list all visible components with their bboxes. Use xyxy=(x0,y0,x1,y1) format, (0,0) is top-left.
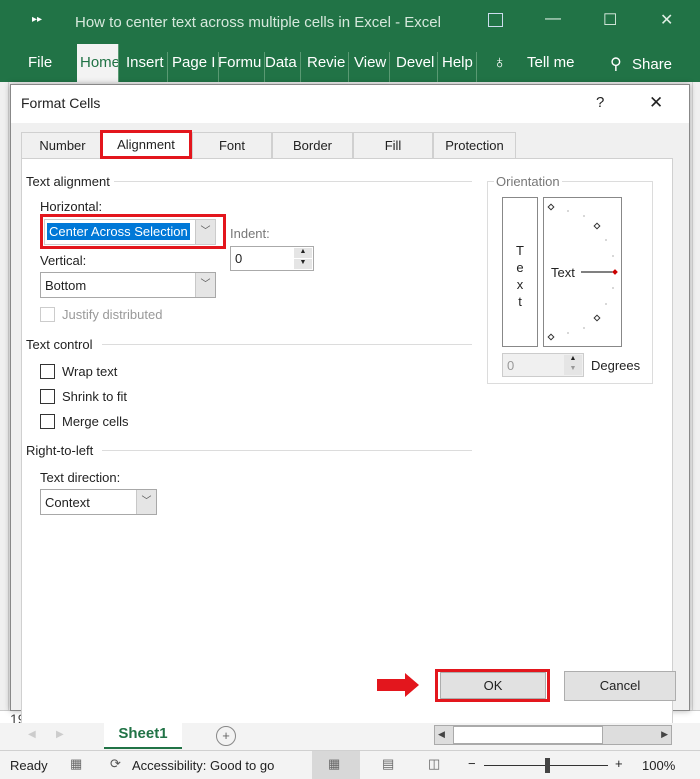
ribbon-tab-developer[interactable]: Devel xyxy=(393,52,439,82)
merge-cells-checkbox[interactable] xyxy=(40,414,55,429)
dialog-title-bar: Format Cells ? ✕ xyxy=(11,85,689,123)
cancel-button[interactable]: Cancel xyxy=(564,671,676,701)
vertical-label: Vertical: xyxy=(40,253,87,268)
minimize-button[interactable]: — xyxy=(545,10,561,28)
status-ready: Ready xyxy=(10,758,48,773)
scroll-left-icon[interactable]: ◀ xyxy=(28,729,36,740)
indent-value: 0 xyxy=(235,251,243,266)
tab-border[interactable]: Border xyxy=(272,132,353,159)
sheet-tab-sheet1[interactable]: Sheet1 xyxy=(104,723,182,749)
horizontal-value: Center Across Selection xyxy=(47,223,190,240)
zoom-level[interactable]: 100% xyxy=(642,758,675,773)
justify-distributed-checkbox xyxy=(40,307,55,322)
close-button[interactable]: ✕ xyxy=(660,10,673,30)
help-button[interactable]: ? xyxy=(596,94,604,111)
ribbon-tab-insert[interactable]: Insert xyxy=(123,52,168,82)
text-direction-value: Context xyxy=(45,495,90,510)
text-control-group-label: Text control xyxy=(26,337,97,352)
tab-font[interactable]: Font xyxy=(192,132,272,159)
scrollbar-thumb[interactable] xyxy=(453,726,603,744)
text-direction-label: Text direction: xyxy=(40,470,121,485)
dial-text-label: Text xyxy=(551,265,575,280)
text-direction-select[interactable]: Context ﹀ xyxy=(40,489,157,515)
justify-distributed-label: Justify distributed xyxy=(62,307,163,322)
person-icon: ⚲ xyxy=(610,56,622,73)
lightbulb-icon: ♁ xyxy=(493,52,507,72)
alignment-panel: Text alignment Horizontal: Center Across… xyxy=(21,158,673,728)
share-button[interactable]: Share xyxy=(632,56,672,73)
spin-up-icon[interactable]: ▲ xyxy=(564,355,582,365)
format-cells-dialog: Format Cells ? ✕ Number Alignment Font B… xyxy=(10,84,690,728)
macro-recording-icon[interactable]: ▦ xyxy=(70,756,82,772)
zoom-in-button[interactable]: + xyxy=(615,756,623,771)
wrap-text-label[interactable]: Wrap text xyxy=(62,364,117,379)
normal-view-button[interactable]: ▦ xyxy=(312,751,360,779)
scroll-left-icon[interactable]: ◀ xyxy=(438,729,445,740)
tab-fill[interactable]: Fill xyxy=(353,132,433,159)
horizontal-select[interactable]: Center Across Selection ﹀ xyxy=(44,219,216,245)
degrees-spinner[interactable]: 0 ▲ ▼ xyxy=(502,353,584,377)
vertical-text-char: T xyxy=(516,243,524,258)
vertical-text-char: x xyxy=(516,277,524,292)
spin-up-icon[interactable]: ▲ xyxy=(294,248,312,258)
merge-cells-label[interactable]: Merge cells xyxy=(62,414,128,429)
indent-spinner[interactable]: 0 ▲ ▼ xyxy=(230,246,314,271)
scroll-right-icon[interactable]: ▶ xyxy=(56,729,64,740)
ribbon-tab-formulas[interactable]: Formu xyxy=(215,52,266,82)
dialog-close-button[interactable]: ✕ xyxy=(649,93,663,113)
ribbon-tab-data[interactable]: Data xyxy=(262,52,301,82)
ribbon-tab-review[interactable]: Revie xyxy=(304,52,350,82)
ok-button[interactable]: OK xyxy=(440,672,546,699)
ribbon-tab-file[interactable]: File xyxy=(25,52,55,82)
ribbon-tab-view[interactable]: View xyxy=(351,52,391,82)
vertical-text-char: e xyxy=(516,260,524,275)
tab-protection[interactable]: Protection xyxy=(433,132,516,159)
add-sheet-icon[interactable]: + xyxy=(216,726,236,746)
accessibility-icon: ⟳ xyxy=(110,756,121,771)
orientation-group-label: Orientation xyxy=(494,174,562,189)
tell-me-search[interactable]: Tell me xyxy=(527,54,575,71)
vertical-text-box[interactable]: T e x t xyxy=(502,197,538,347)
spin-down-icon[interactable]: ▼ xyxy=(294,259,312,269)
horizontal-scrollbar[interactable]: ◀ ▶ xyxy=(434,725,672,745)
status-bar: Ready ▦ ⟳ Accessibility: Good to go ▦ ▤ … xyxy=(0,750,700,779)
wrap-text-checkbox[interactable] xyxy=(40,364,55,379)
ribbon-tab-page-layout[interactable]: Page I xyxy=(169,52,220,82)
zoom-slider-thumb[interactable] xyxy=(545,758,550,773)
indent-label: Indent: xyxy=(230,226,270,241)
vertical-select[interactable]: Bottom ﹀ xyxy=(40,272,216,298)
scroll-right-icon[interactable]: ▶ xyxy=(661,729,668,740)
ribbon-tab-help[interactable]: Help xyxy=(439,52,477,82)
page-layout-view-icon[interactable]: ▤ xyxy=(382,756,394,772)
ribbon-tab-home[interactable]: Home xyxy=(77,44,119,82)
sheet-tab-bar: ◀ ▶ Sheet1 + ◀ ▶ xyxy=(0,723,700,750)
shrink-to-fit-label[interactable]: Shrink to fit xyxy=(62,389,127,404)
excel-title-bar: ▸▸ How to center text across multiple ce… xyxy=(0,0,700,82)
chevron-down-icon[interactable]: ﹀ xyxy=(195,273,215,297)
chevron-down-icon[interactable]: ﹀ xyxy=(136,490,156,514)
shrink-to-fit-checkbox[interactable] xyxy=(40,389,55,404)
page-break-view-icon[interactable]: ◫ xyxy=(428,756,440,772)
orientation-dial[interactable]: Text xyxy=(543,197,622,347)
horizontal-label: Horizontal: xyxy=(40,199,103,214)
chevron-down-icon[interactable]: ﹀ xyxy=(195,220,215,244)
tab-number[interactable]: Number xyxy=(21,132,103,159)
vertical-text-char: t xyxy=(518,294,522,309)
dialog-title: Format Cells xyxy=(21,95,101,111)
red-arrow-annotation xyxy=(377,673,419,697)
text-alignment-group-label: Text alignment xyxy=(26,174,114,189)
zoom-out-button[interactable]: − xyxy=(468,756,476,771)
tab-alignment[interactable]: Alignment xyxy=(100,130,192,159)
maximize-button[interactable]: ☐ xyxy=(603,10,617,30)
vertical-value: Bottom xyxy=(45,278,87,293)
degrees-value: 0 xyxy=(507,358,515,373)
spin-down-icon[interactable]: ▼ xyxy=(564,365,582,375)
accessibility-status[interactable]: Accessibility: Good to go xyxy=(132,758,274,773)
right-to-left-group-label: Right-to-left xyxy=(26,443,98,458)
degrees-label: Degrees xyxy=(591,358,641,373)
ribbon-display-icon[interactable] xyxy=(488,13,503,27)
